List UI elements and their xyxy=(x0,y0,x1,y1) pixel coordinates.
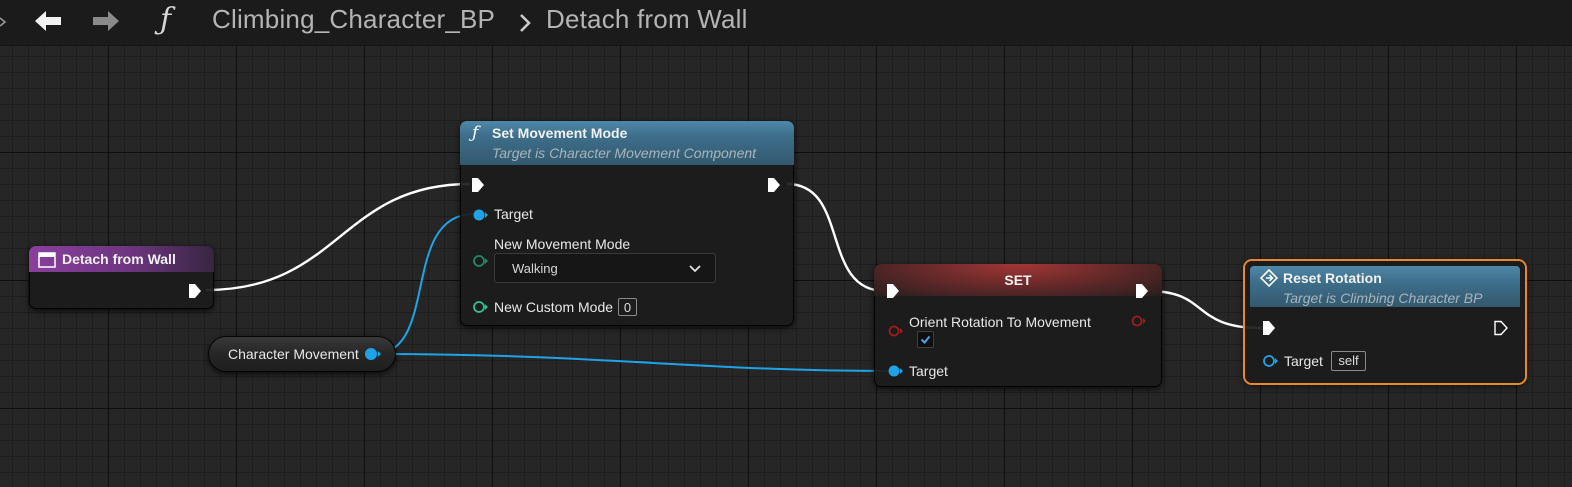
node-subtitle: Target is Character Movement Component xyxy=(492,145,757,161)
orient-rotation-checkbox[interactable] xyxy=(917,331,934,348)
function-icon: ƒ xyxy=(160,2,172,37)
variable-node-character-movement[interactable]: Character Movement xyxy=(208,336,396,372)
node-title: SET xyxy=(1004,272,1032,288)
node-title: Set Movement Mode xyxy=(492,125,628,141)
function-node-reset-rotation[interactable]: Reset Rotation Target is Climbing Charac… xyxy=(1245,261,1525,383)
chevron-down-icon[interactable] xyxy=(0,10,8,36)
exec-out-pin[interactable] xyxy=(766,177,782,193)
breadcrumb-bar: ƒ Climbing_Character_BP Detach from Wall xyxy=(0,0,1572,46)
exec-in-pin[interactable] xyxy=(470,177,486,193)
function-node-set-movement-mode[interactable]: ƒ Set Movement Mode Target is Character … xyxy=(460,121,794,326)
exec-out-pin[interactable] xyxy=(187,283,203,299)
pin-label-orient-rotation: Orient Rotation To Movement xyxy=(909,314,1091,330)
chevron-right-icon xyxy=(520,14,531,32)
function-icon: ƒ xyxy=(472,123,479,143)
object-wire[interactable] xyxy=(373,353,890,372)
node-title: Detach from Wall xyxy=(62,251,176,267)
movement-mode-dropdown[interactable]: Walking xyxy=(494,253,716,283)
event-node-detach-from-wall[interactable]: Detach from Wall xyxy=(29,246,214,309)
object-in-pin[interactable] xyxy=(472,208,488,222)
object-out-pin[interactable] xyxy=(364,347,382,361)
node-title: Reset Rotation xyxy=(1283,270,1382,286)
exec-wire[interactable] xyxy=(786,182,886,293)
checkmark-icon xyxy=(920,335,931,344)
forward-button[interactable] xyxy=(89,4,123,38)
object-wire[interactable] xyxy=(373,213,475,355)
exec-out-pin[interactable] xyxy=(1134,283,1150,299)
exec-wire[interactable] xyxy=(205,182,471,292)
pin-label-target: Target xyxy=(1284,353,1323,369)
int-in-pin[interactable] xyxy=(472,300,488,314)
exec-out-pin[interactable] xyxy=(1493,320,1509,336)
custom-mode-input[interactable]: 0 xyxy=(618,298,637,316)
pin-label-new-custom-mode: New Custom Mode xyxy=(494,299,614,315)
object-in-pin[interactable] xyxy=(1262,354,1280,368)
arrow-left-icon xyxy=(35,11,61,31)
enum-in-pin[interactable] xyxy=(472,254,488,268)
target-self-input[interactable]: self xyxy=(1331,351,1366,371)
exec-in-pin[interactable] xyxy=(1261,320,1277,336)
event-icon xyxy=(38,252,56,268)
pin-label-new-movement-mode: New Movement Mode xyxy=(494,236,631,252)
function-call-icon xyxy=(1260,269,1278,287)
pin-label-target: Target xyxy=(494,206,533,222)
chevron-down-icon xyxy=(689,265,701,273)
dropdown-value: Walking xyxy=(512,261,558,276)
back-button[interactable] xyxy=(31,4,65,38)
bool-in-pin[interactable] xyxy=(888,324,904,338)
pin-label-target: Target xyxy=(909,363,948,379)
bool-out-pin[interactable] xyxy=(1130,314,1148,328)
exec-in-pin[interactable] xyxy=(885,283,901,299)
breadcrumb-function[interactable]: Detach from Wall xyxy=(546,4,748,35)
arrow-right-icon xyxy=(93,11,119,31)
breadcrumb-blueprint[interactable]: Climbing_Character_BP xyxy=(212,4,495,35)
set-node-orient-rotation[interactable]: SET Orient Rotation To Movement Target xyxy=(874,264,1162,387)
node-subtitle: Target is Climbing Character BP xyxy=(1283,290,1483,306)
variable-label: Character Movement xyxy=(228,346,359,362)
object-in-pin[interactable] xyxy=(887,364,903,378)
